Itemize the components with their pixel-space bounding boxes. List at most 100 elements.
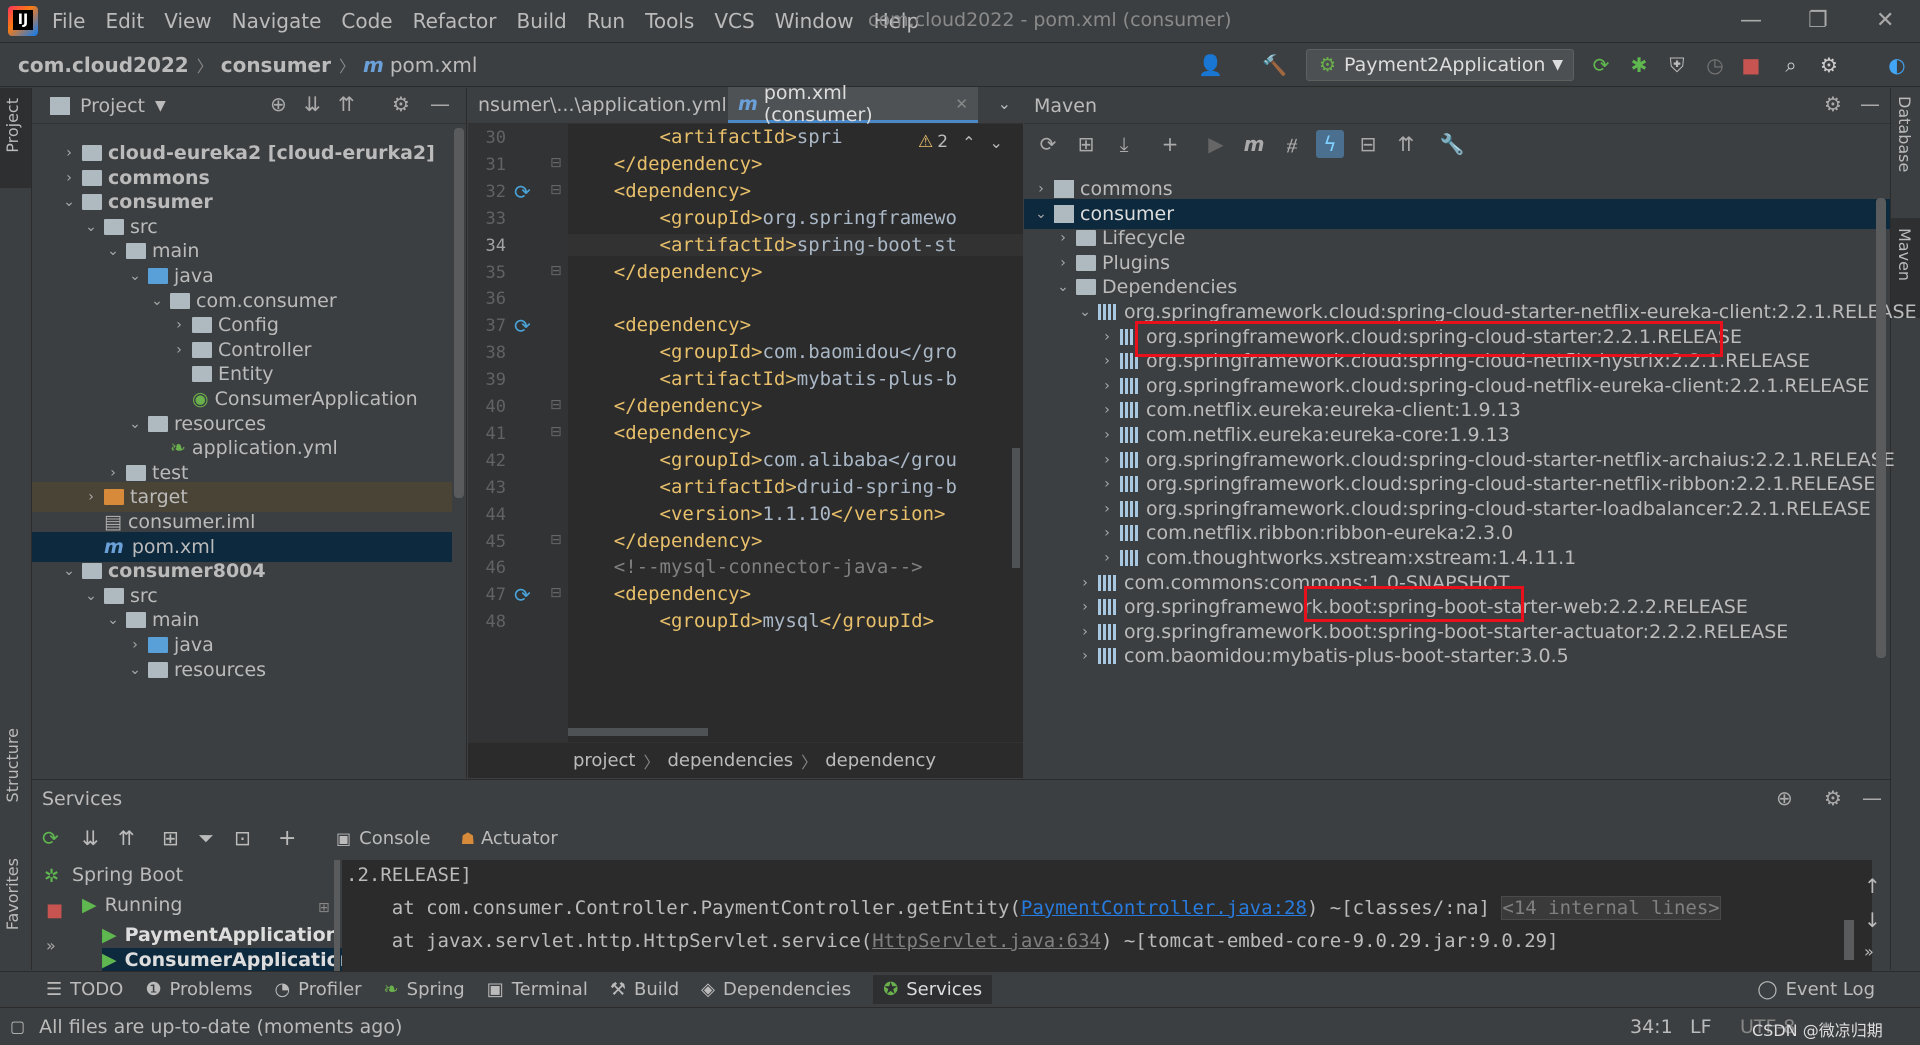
add-service-icon[interactable]: + [278, 826, 308, 851]
line-separator[interactable]: LF [1690, 1016, 1712, 1038]
coverage-icon[interactable]: ⛨ [1666, 54, 1688, 76]
inspection-widget[interactable]: ⚠ 2 ⌃ ⌄ [918, 132, 1003, 152]
chevron-down-icon[interactable]: ⌄ [128, 268, 142, 284]
chevron-right-icon[interactable]: › [1056, 255, 1070, 271]
tool-tab-spring[interactable]: ❧ Spring [384, 979, 465, 1000]
collapse-all-icon[interactable]: ⇈ [1392, 130, 1420, 158]
maven-scrollbar[interactable] [1876, 198, 1886, 658]
search-icon[interactable]: ⌕ [1780, 54, 1802, 76]
tool-tab-project[interactable]: Project [3, 98, 22, 153]
execute-goal-icon[interactable]: m [1240, 130, 1268, 158]
rerun-icon[interactable]: ⟳ [1590, 54, 1612, 76]
run-icon[interactable]: ▶ [1202, 130, 1230, 158]
chevron-right-icon[interactable]: › [1078, 575, 1092, 591]
refresh-icon[interactable]: ⟳ [42, 826, 72, 850]
build-hammer-icon[interactable]: 🔨 [1262, 54, 1287, 76]
stack-trace-link[interactable]: PaymentController.java:28 [1021, 897, 1307, 919]
menu-file[interactable]: File [52, 9, 85, 33]
chevron-right-icon[interactable]: › [1100, 550, 1114, 566]
hide-panel-icon[interactable]: — [430, 92, 450, 116]
chevron-right-icon[interactable]: › [1100, 452, 1114, 468]
toggle-offline-icon[interactable]: ⧣ [1278, 130, 1306, 158]
tab-actuator[interactable]: Actuator [481, 828, 558, 849]
locate-icon[interactable]: ⊕ [270, 92, 287, 116]
chevron-right-icon[interactable]: › [1078, 624, 1092, 640]
arrow-down-icon[interactable]: ↓ [1864, 908, 1881, 932]
service-payment-application[interactable]: ▶ PaymentApplication [c [102, 920, 363, 950]
chevron-right-icon[interactable]: › [1034, 181, 1048, 197]
tool-tab-structure[interactable]: Structure [3, 728, 22, 802]
chevron-right-icon[interactable]: › [128, 637, 142, 653]
console-scrollbar[interactable] [1844, 920, 1854, 960]
service-group-running[interactable]: ▶ Running [82, 890, 182, 920]
show-dependencies-icon[interactable]: ⊟ [1354, 130, 1382, 158]
reload-icon[interactable]: ⟳ [1034, 130, 1062, 158]
add-icon[interactable]: + [1156, 130, 1184, 158]
settings-gear-icon[interactable]: ⚙ [392, 92, 410, 116]
chevron-right-icon[interactable]: › [106, 465, 120, 481]
tool-tab-problems[interactable]: ❶ Problems [145, 979, 252, 1000]
tool-tab-favorites[interactable]: Favorites [3, 858, 22, 930]
breadcrumb-project[interactable]: com.cloud2022 [18, 53, 189, 77]
maven-tree-item[interactable]: › com.baomidou:mybatis-plus-boot-starter:… [1024, 641, 1569, 671]
breadcrumb-project-tag[interactable]: project [573, 750, 635, 771]
menu-view[interactable]: View [164, 9, 211, 33]
menu-window[interactable]: Window [775, 9, 854, 33]
toggle-tool-windows-icon[interactable]: ▢ [10, 1017, 25, 1036]
chevron-down-icon[interactable]: ⌄ [128, 416, 142, 432]
chevron-down-icon[interactable]: ⌄ [106, 243, 120, 259]
chevron-down-icon[interactable]: ⌄ [62, 194, 76, 210]
more-icon[interactable]: » [1864, 942, 1874, 961]
settings-gear-icon[interactable]: ⚙ [1824, 786, 1842, 810]
chevron-right-icon[interactable]: › [1100, 525, 1114, 541]
user-icon[interactable]: 👤 [1198, 54, 1223, 76]
chevron-right-icon[interactable]: › [1078, 599, 1092, 615]
tool-tab-database[interactable]: Database [1895, 96, 1914, 172]
chevron-right-icon[interactable]: › [1100, 329, 1114, 345]
chevron-down-icon[interactable]: ⌄ [62, 563, 76, 579]
chevron-down-icon[interactable]: ⌄ [84, 588, 98, 604]
internal-lines-fold[interactable]: <14 internal lines> [1501, 896, 1721, 920]
menu-vcs[interactable]: VCS [714, 9, 754, 33]
restore-icon[interactable]: ❐ [1808, 8, 1828, 33]
chevron-down-icon[interactable]: ⌄ [150, 293, 164, 309]
chevron-right-icon[interactable]: › [62, 145, 76, 161]
chevron-down-icon[interactable]: ⌄ [106, 612, 120, 628]
menu-navigate[interactable]: Navigate [232, 9, 322, 33]
expand-fold-icon[interactable]: ⊞ [318, 900, 330, 916]
chevron-up-icon[interactable]: ⌃ [962, 133, 975, 152]
hide-panel-icon[interactable]: — [1860, 92, 1880, 116]
menu-refactor[interactable]: Refactor [413, 9, 497, 33]
profiler-icon[interactable]: ◷ [1704, 54, 1726, 76]
tab-list-chevron-icon[interactable]: ⌄ [998, 94, 1011, 113]
chevron-right-icon[interactable]: › [1078, 648, 1092, 664]
close-tab-icon[interactable]: ✕ [955, 95, 968, 113]
arrow-up-icon[interactable]: ↑ [1864, 874, 1881, 898]
expand-all-icon[interactable]: ⇊ [304, 92, 321, 116]
chevron-down-icon[interactable]: ▼ [155, 98, 166, 114]
run-icon[interactable]: ✲ [44, 866, 59, 887]
settings-gear-icon[interactable]: ⚙ [1818, 54, 1840, 76]
chevron-down-icon[interactable]: ⌄ [1034, 206, 1048, 222]
tool-tab-build[interactable]: ⚒ Build [610, 979, 679, 1000]
chevron-right-icon[interactable]: › [172, 342, 186, 358]
chevron-down-icon[interactable]: ⌄ [989, 133, 1002, 152]
editor-scrollbar[interactable] [1012, 448, 1020, 568]
close-icon[interactable]: ✕ [1876, 8, 1894, 33]
new-tab-icon[interactable]: ⊡ [234, 826, 264, 850]
chevron-right-icon[interactable]: › [62, 170, 76, 186]
services-tree-scrollbar[interactable] [334, 860, 340, 971]
caret-position[interactable]: 34:1 [1630, 1016, 1673, 1038]
menu-code[interactable]: Code [341, 9, 392, 33]
tool-tab-dependencies[interactable]: ◈ Dependencies [701, 979, 851, 1000]
chevron-right-icon[interactable]: › [1100, 501, 1114, 517]
tab-application-yml[interactable]: nsumer\...\application.yml [468, 87, 728, 123]
chevron-right-icon[interactable]: › [1100, 353, 1114, 369]
code-area[interactable]: <artifactId>spri </dependency> <dependen… [468, 124, 1023, 744]
tool-tab-services[interactable]: ✪ Services [873, 975, 993, 1004]
chevron-right-icon[interactable]: › [1100, 378, 1114, 394]
menu-edit[interactable]: Edit [105, 9, 144, 33]
breadcrumb-file[interactable]: pom.xml [390, 53, 478, 77]
chevron-right-icon[interactable]: › [1100, 476, 1114, 492]
menu-build[interactable]: Build [517, 9, 567, 33]
